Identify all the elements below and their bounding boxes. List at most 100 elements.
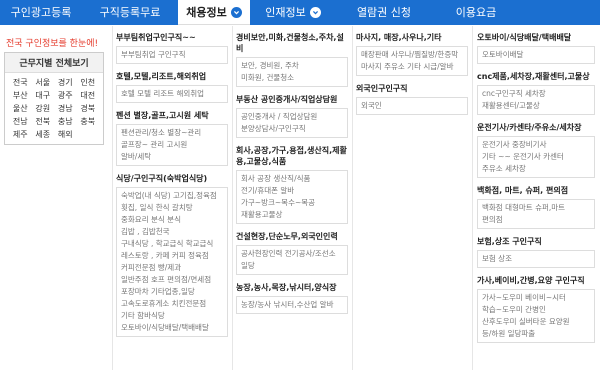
- nav-tab-5[interactable]: 열람권 신청: [336, 0, 432, 25]
- nav-tab-1[interactable]: 구인광고등록: [0, 0, 82, 25]
- subcategory-link[interactable]: 전기/휴대폰 알바: [241, 185, 343, 197]
- category-section: 마사지, 매장,사우나,기타매장판매 사우나/찜질방/한증막 마사지 주유소 기타…: [356, 32, 468, 76]
- category-title[interactable]: 운전기사/카센타/주유소/세차장: [477, 122, 595, 133]
- subcategory-link[interactable]: 외국인: [361, 100, 463, 112]
- region-link[interactable]: 경남: [54, 103, 77, 114]
- region-link[interactable]: 강원: [32, 103, 55, 114]
- subcategory-link[interactable]: 레스토랑 , 카페 커피 정육점: [121, 250, 223, 262]
- region-box: 근무지별 전체보기 전국 서울 경기 인천부산 대구 광주 대전울산 강원 경남 경북전남 전북 충남…: [4, 52, 104, 145]
- category-title[interactable]: 가사,베이비,간병,요양 구인구직: [477, 275, 595, 286]
- subcategory-link[interactable]: 마사지 주유소 기타 시급/알바: [361, 61, 463, 73]
- region-link[interactable]: 세종: [32, 129, 55, 140]
- nav-tab-label: 채용정보: [186, 5, 227, 19]
- category-title[interactable]: 부부팀취업구인구직~~: [116, 32, 228, 43]
- category-section: 보험,상조 구인구직보험 상조: [477, 236, 595, 268]
- subcategory-link[interactable]: 오토바이배달: [482, 49, 590, 61]
- subcategory-link[interactable]: 부부팀취업 구인구직: [121, 49, 223, 61]
- subcategory-link[interactable]: 운전기사 중장비기사: [482, 139, 590, 151]
- subcategory-link[interactable]: 매장판매 사우나/찜질방/한증막: [361, 49, 463, 61]
- category-title[interactable]: 오토바이/식당배달/택배배달: [477, 32, 595, 43]
- subcategory-link[interactable]: 재활용센터/고물상: [482, 100, 590, 112]
- category-list: 보안, 경비원, 주차 미화원, 건물청소: [236, 57, 348, 87]
- category-title[interactable]: 부동산 공인중개사/직업상담원: [236, 94, 348, 105]
- nav-tab-4[interactable]: 인재정보: [250, 0, 336, 25]
- subcategory-link[interactable]: 미화원, 건물청소: [241, 72, 343, 84]
- subcategory-link[interactable]: 숙박업(내 식당) 고기집,정육점: [121, 190, 223, 202]
- region-link[interactable]: 인천: [77, 77, 100, 88]
- region-link[interactable]: 부산: [9, 90, 32, 101]
- category-title[interactable]: 식당/구인구직(숙박업식당): [116, 173, 228, 184]
- subcategory-link[interactable]: 커피전문점 빵/제과: [121, 262, 223, 274]
- nav-tab-2[interactable]: 구직등록무료: [82, 0, 178, 25]
- nav-tab-3[interactable]: 채용정보: [178, 0, 250, 25]
- subcategory-link[interactable]: 편의점: [482, 214, 590, 226]
- category-title[interactable]: cnc제품,세차장,재활센터,고물상: [477, 71, 595, 82]
- category-title[interactable]: 마사지, 매장,사우나,기타: [356, 32, 468, 43]
- subcategory-link[interactable]: 공사현장인력 전기공사/조선소: [241, 248, 343, 260]
- category-title[interactable]: 경비보안,미화,건물청소,주차,설비: [236, 32, 348, 54]
- subcategory-link[interactable]: 가사~도우미 베이비~시터: [482, 292, 590, 304]
- category-title[interactable]: 펜션 별장,골프,고시원 세탁: [116, 110, 228, 121]
- category-column-3: 마사지, 매장,사우나,기타매장판매 사우나/찜질방/한증막 마사지 주유소 기타…: [356, 32, 468, 122]
- category-title[interactable]: 농장,농사,목장,낚시터,양식장: [236, 282, 348, 293]
- subcategory-link[interactable]: 포장마차 기타업종,일당: [121, 286, 223, 298]
- subcategory-link[interactable]: 농장/농사 낚시터,수산업 알바: [241, 299, 343, 311]
- region-link[interactable]: 광주: [54, 90, 77, 101]
- subcategory-link[interactable]: 공인중개사 / 직업상담원: [241, 111, 343, 123]
- subcategory-link[interactable]: 중화요리 분식 분식: [121, 214, 223, 226]
- category-title[interactable]: 호텔,모텔,리조트,해외취업: [116, 71, 228, 82]
- subcategory-link[interactable]: 골프장~ 관리 고시원: [121, 139, 223, 151]
- region-link[interactable]: 대전: [77, 90, 100, 101]
- subcategory-link[interactable]: 산후도우미 실버타운 요양원: [482, 316, 590, 328]
- category-title[interactable]: 백화점, 마트, 슈퍼, 편의점: [477, 185, 595, 196]
- region-link[interactable]: 충남: [54, 116, 77, 127]
- subcategory-link[interactable]: 등/하원 일당파출: [482, 328, 590, 340]
- subcategory-link[interactable]: 일반주점 호프 편의점/면세점: [121, 274, 223, 286]
- divider: [232, 26, 233, 370]
- category-title[interactable]: 보험,상조 구인구직: [477, 236, 595, 247]
- region-link[interactable]: 전국: [9, 77, 32, 88]
- subcategory-link[interactable]: 회사 공장 생산직/식품: [241, 173, 343, 185]
- nav-tab-6[interactable]: 이용요금: [432, 0, 520, 25]
- subcategory-link[interactable]: 알바/세탁: [121, 151, 223, 163]
- region-link[interactable]: 대구: [32, 90, 55, 101]
- subcategory-link[interactable]: 김밥 , 김밥천국: [121, 226, 223, 238]
- region-link[interactable]: 울산: [9, 103, 32, 114]
- subcategory-link[interactable]: 주유소 세차장: [482, 163, 590, 175]
- subcategory-link[interactable]: 학습~도우미 간병인: [482, 304, 590, 316]
- subcategory-link[interactable]: 보안, 경비원, 주차: [241, 60, 343, 72]
- region-link[interactable]: 전남: [9, 116, 32, 127]
- subcategory-link[interactable]: 일당: [241, 260, 343, 272]
- region-link[interactable]: 전북: [32, 116, 55, 127]
- subcategory-link[interactable]: 기타 함바식당: [121, 310, 223, 322]
- category-title[interactable]: 외국인구인구직: [356, 83, 468, 94]
- subcategory-link[interactable]: cnc구인구직 세차장: [482, 88, 590, 100]
- chevron-down-icon: [309, 7, 321, 18]
- region-link[interactable]: 경기: [54, 77, 77, 88]
- subcategory-link[interactable]: 고속도로휴게소 치킨전문점: [121, 298, 223, 310]
- category-title[interactable]: 건설현장,단순노무,외국인인력: [236, 231, 348, 242]
- subcategory-link[interactable]: 구내식당 , 학교급식 학교급식: [121, 238, 223, 250]
- category-list: 보험 상조: [477, 250, 595, 268]
- subcategory-link[interactable]: 백화점 대형마트 슈퍼,마트: [482, 202, 590, 214]
- subcategory-link[interactable]: 오토바이/식당배달/택배배달: [121, 322, 223, 334]
- region-link[interactable]: 해외: [54, 129, 77, 140]
- chevron-down-icon: [230, 6, 242, 18]
- category-title[interactable]: 회사,공장,가구,용접,생산직,제활용,고물상,식품: [236, 145, 348, 167]
- subcategory-link[interactable]: 횟집, 일식 한식 갈치탕: [121, 202, 223, 214]
- subcategory-link[interactable]: 보험 상조: [482, 253, 590, 265]
- subcategory-link[interactable]: 기타 ~~ 운전기사 카센터: [482, 151, 590, 163]
- region-link[interactable]: 제주: [9, 129, 32, 140]
- region-link[interactable]: 경북: [77, 103, 100, 114]
- subcategory-link[interactable]: 분양상담사/구인구직: [241, 123, 343, 135]
- region-link[interactable]: 서울: [32, 77, 55, 88]
- category-section: 호텔,모텔,리조트,해외취업호텔 모텔 리조트 해외취업: [116, 71, 228, 103]
- subcategory-link[interactable]: 펜션관리/청소 별장~관리: [121, 127, 223, 139]
- subcategory-link[interactable]: 재활용고물상: [241, 209, 343, 221]
- subcategory-link[interactable]: 호텔 모텔 리조트 해외취업: [121, 88, 223, 100]
- region-link[interactable]: 충북: [77, 116, 100, 127]
- region-title[interactable]: 근무지별 전체보기: [5, 53, 103, 73]
- nav-tab-label: 구인광고등록: [10, 6, 72, 19]
- subcategory-link[interactable]: 가구~방크~목수~목공: [241, 197, 343, 209]
- nav-tab-label: 열람권 신청: [356, 6, 412, 19]
